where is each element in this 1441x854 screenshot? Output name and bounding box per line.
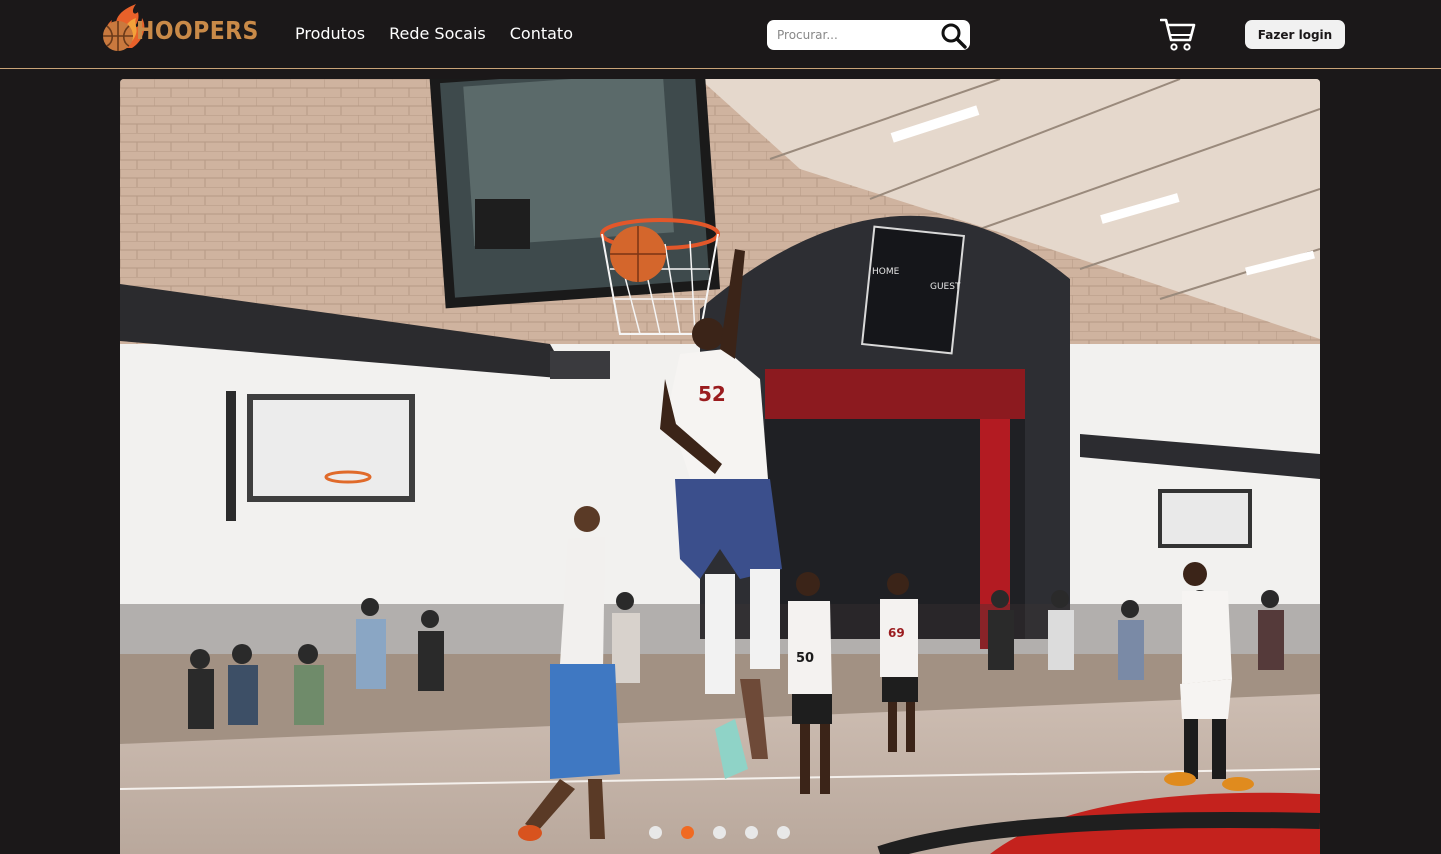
login-button[interactable]: Fazer login (1245, 20, 1345, 49)
carousel-dot-4[interactable] (745, 826, 758, 839)
brand-name: HOOPERS (136, 16, 259, 45)
basketball-dunk-photo: HOME GUEST 52 50 69 (120, 79, 1320, 854)
search-input[interactable] (767, 20, 937, 50)
scoreboard-guest: GUEST (930, 282, 961, 292)
hero-carousel-slide[interactable]: HOME GUEST 52 50 69 (120, 79, 1320, 854)
jersey-number-b: 50 (796, 651, 814, 666)
carousel-dot-3[interactable] (713, 826, 726, 839)
carousel-dot-2[interactable] (681, 826, 694, 839)
search-bar (767, 20, 970, 50)
search-icon[interactable] (940, 22, 967, 49)
carousel-dot-5[interactable] (777, 826, 790, 839)
brand-logo[interactable]: HOOPERS (98, 2, 258, 54)
nav-rede-sociais[interactable]: Rede Socais (389, 24, 486, 43)
scoreboard-home: HOME (872, 267, 900, 277)
carousel-indicators (649, 826, 790, 839)
top-navbar: HOOPERS Produtos Rede Socais Contato Faz… (0, 0, 1441, 69)
cart-icon[interactable] (1160, 16, 1196, 52)
jersey-number-c: 69 (888, 626, 905, 640)
jersey-number-main: 52 (698, 382, 726, 406)
main-nav: Produtos Rede Socais Contato (295, 24, 573, 43)
nav-contato[interactable]: Contato (510, 24, 573, 43)
carousel-dot-1[interactable] (649, 826, 662, 839)
nav-produtos[interactable]: Produtos (295, 24, 365, 43)
